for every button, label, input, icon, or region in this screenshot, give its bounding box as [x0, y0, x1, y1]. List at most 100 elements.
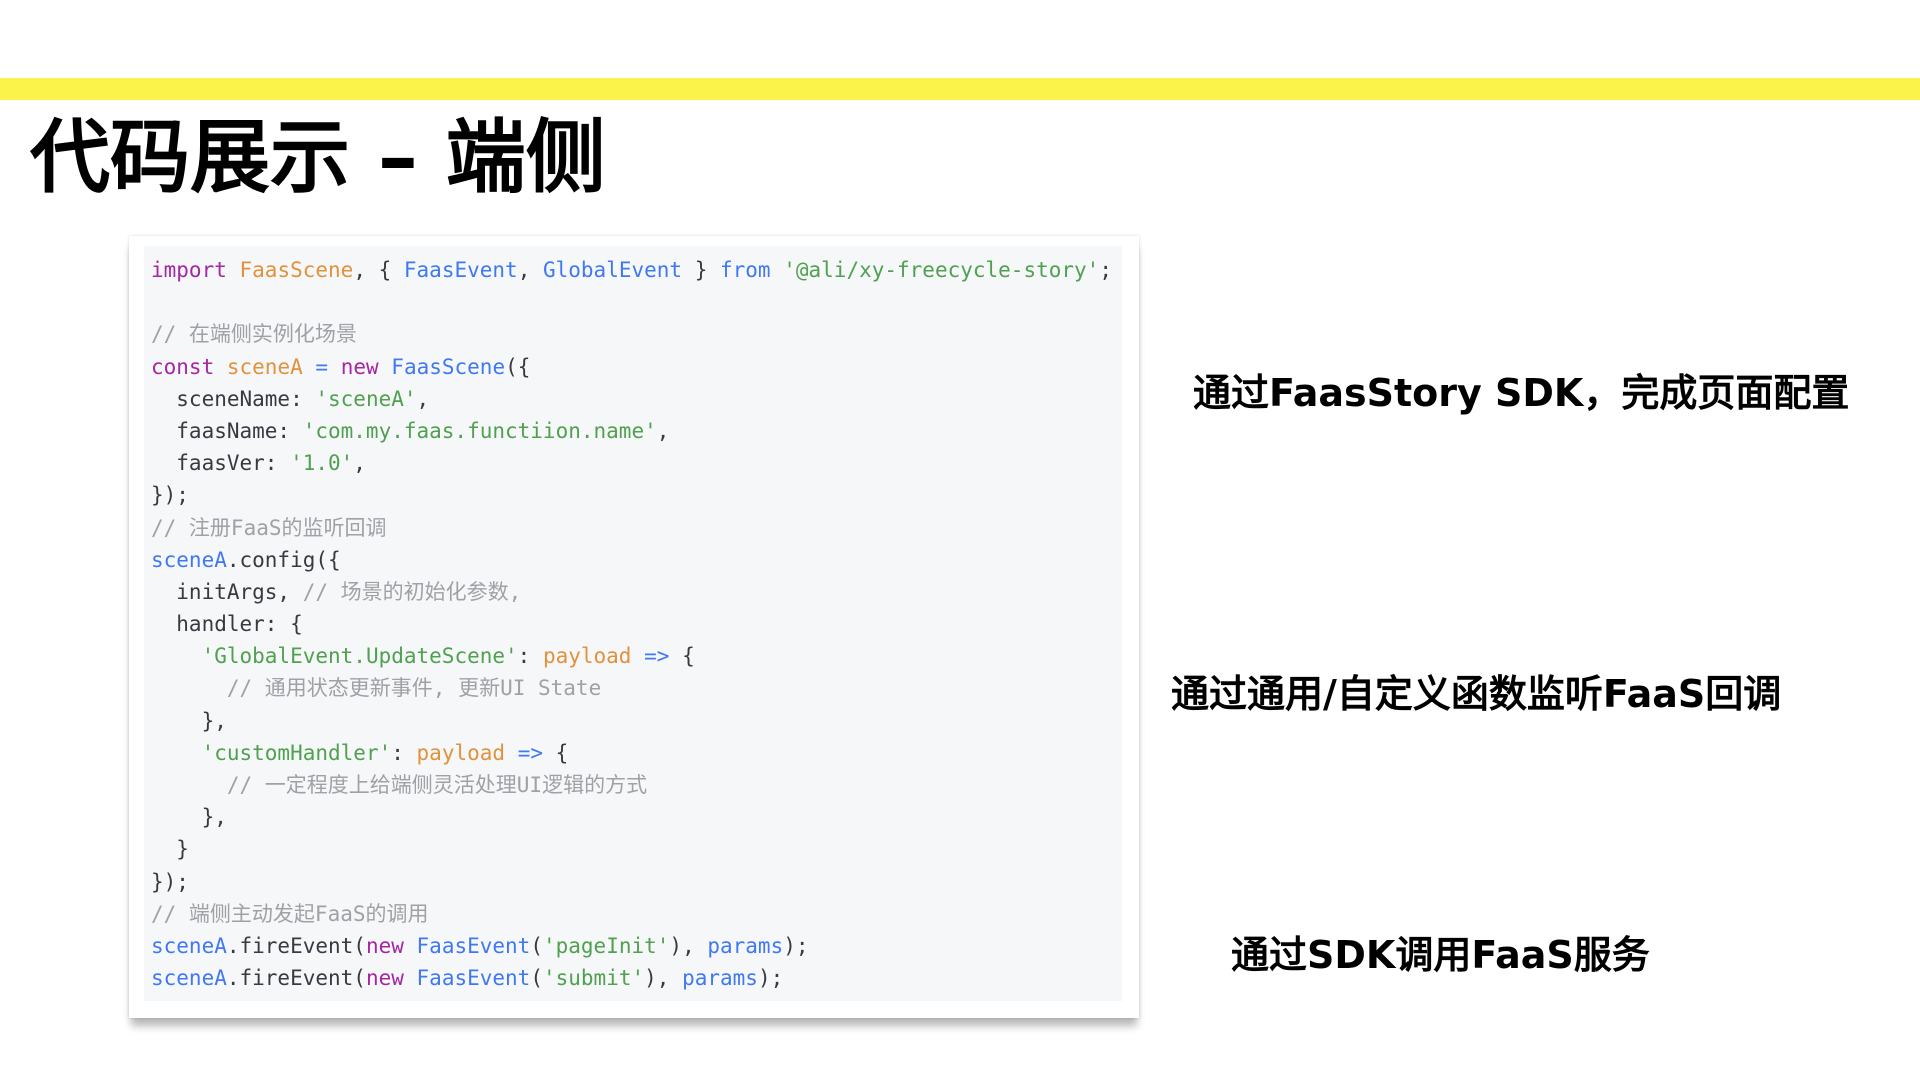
- code-line: },: [151, 801, 1112, 833]
- code-token: =>: [517, 740, 543, 765]
- code-token: 'submit': [542, 966, 645, 991]
- code-line: 'GlobalEvent.UpdateScene': payload => {: [151, 640, 1112, 672]
- code-token: sceneA: [151, 933, 227, 958]
- code-token: params: [682, 966, 758, 991]
- code-token: new: [340, 354, 379, 379]
- code-token: FaasScene: [391, 354, 506, 379]
- code-token: sceneA: [151, 966, 227, 991]
- code-text: ),: [644, 966, 683, 991]
- code-text: faasVer:: [151, 451, 291, 476]
- code-token: GlobalEvent: [542, 258, 683, 282]
- code-token: '1.0': [290, 451, 354, 476]
- code-line: }: [151, 833, 1112, 865]
- slide-title: 代码展示 – 端侧: [30, 111, 606, 204]
- code-line: sceneName: 'sceneA',: [151, 383, 1112, 415]
- code-token: 'customHandler': [201, 740, 392, 765]
- code-line: const sceneA = new FaasScene({: [151, 351, 1112, 383]
- caption-sdk-faas-call: 通过SDK调用FaaS服务: [1231, 933, 1650, 977]
- code-token: params: [707, 933, 784, 958]
- code-text: ,: [353, 451, 366, 476]
- code-token: sceneA: [226, 354, 303, 379]
- caption-faas-callback-listener: 通过通用/自定义函数监听FaaS回调: [1171, 672, 1782, 716]
- code-token: =: [315, 354, 329, 379]
- code-text: ,: [517, 258, 543, 282]
- code-line: sceneA.config({: [151, 544, 1112, 576]
- code-token: new: [365, 966, 404, 991]
- code-token: // 通用状态更新事件, 更新UI State: [226, 676, 602, 701]
- code-line: import FaasScene, { FaasEvent, GlobalEve…: [151, 254, 1112, 286]
- code-text: handler: {: [151, 612, 303, 637]
- code-text: (: [530, 966, 543, 991]
- code-text: ),: [669, 933, 708, 958]
- code-line: sceneA.fireEvent(new FaasEvent('pageInit…: [151, 930, 1112, 962]
- code-line: handler: {: [151, 608, 1112, 640]
- code-text: .config({: [226, 547, 341, 572]
- code-text: );: [757, 966, 784, 991]
- code-line: },: [151, 705, 1112, 737]
- code-text: ;: [1099, 258, 1112, 282]
- code-text: initArgs,: [151, 579, 303, 604]
- code-lines: import FaasScene, { FaasEvent, GlobalEve…: [151, 254, 1112, 994]
- code-text: faasName:: [151, 418, 303, 443]
- code-token: // 一定程度上给端侧灵活处理UI逻辑的方式: [226, 773, 648, 797]
- code-token: // 注册FaaS的监听回调: [151, 515, 387, 540]
- code-line: faasVer: '1.0',: [151, 447, 1112, 479]
- code-token: payload: [542, 644, 632, 669]
- caption-sdk-page-config: 通过FaasStory SDK，完成页面配置: [1193, 371, 1850, 415]
- code-token: FaasScene: [239, 258, 354, 282]
- code-token: 'com.my.faas.functiion.name': [302, 418, 657, 443]
- code-text: },: [151, 805, 227, 830]
- code-token: FaasEvent: [403, 258, 518, 282]
- code-line: // 在端侧实例化场景: [151, 318, 1112, 350]
- code-text: ,: [416, 386, 430, 411]
- code-text: , {: [353, 258, 404, 282]
- code-token: // 端侧主动发起FaaS的调用: [151, 901, 429, 926]
- code-text: :: [391, 740, 417, 765]
- code-token: 'pageInit': [542, 933, 670, 958]
- code-token: // 场景的初始化参数,: [302, 579, 522, 604]
- code-text: }: [151, 837, 189, 862]
- code-line: 'customHandler': payload => {: [151, 737, 1112, 769]
- code-screenshot-frame: import FaasScene, { FaasEvent, GlobalEve…: [129, 236, 1139, 1018]
- code-token: FaasEvent: [416, 933, 531, 958]
- code-text: });: [151, 483, 189, 508]
- code-text: :: [517, 644, 543, 669]
- code-text: ({: [505, 354, 531, 379]
- code-token: from: [720, 258, 771, 282]
- code-text: .fireEvent(: [226, 933, 366, 958]
- accent-bar: [0, 78, 1920, 100]
- code-token: '@ali/xy-freecycle-story': [783, 258, 1100, 282]
- code-text: }: [682, 258, 720, 282]
- code-text: ,: [656, 418, 670, 443]
- code-token: payload: [416, 740, 506, 765]
- code-token: 'GlobalEvent.UpdateScene': [201, 644, 518, 669]
- code-text: });: [151, 869, 189, 894]
- code-line: });: [151, 479, 1112, 511]
- code-line: // 通用状态更新事件, 更新UI State: [151, 672, 1112, 704]
- code-token: sceneA: [151, 547, 227, 572]
- code-line: // 注册FaaS的监听回调: [151, 512, 1112, 544]
- code-line: // 端侧主动发起FaaS的调用: [151, 898, 1112, 930]
- code-line: faasName: 'com.my.faas.functiion.name',: [151, 415, 1112, 447]
- code-token: FaasEvent: [416, 966, 531, 991]
- code-token: import: [151, 258, 227, 282]
- code-line: initArgs, // 场景的初始化参数,: [151, 576, 1112, 608]
- code-text: },: [151, 708, 227, 733]
- code-text: (: [530, 933, 543, 958]
- code-token: 'sceneA': [315, 386, 417, 411]
- code-token: // 在端侧实例化场景: [151, 322, 357, 347]
- code-text: {: [543, 740, 569, 765]
- code-line: sceneA.fireEvent(new FaasEvent('submit')…: [151, 962, 1112, 994]
